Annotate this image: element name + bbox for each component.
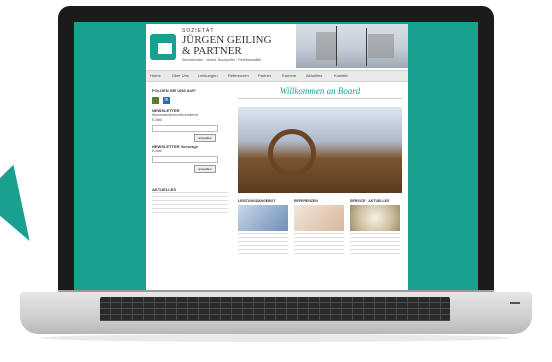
sail <box>368 34 394 58</box>
laptop-shadow <box>40 334 510 342</box>
decorative-accent-shape <box>0 164 30 250</box>
nav-partner[interactable]: Partner <box>258 73 271 78</box>
social-heading: FOLGEN SIE UNS AUF: <box>152 88 197 93</box>
vorsorge-submit-button[interactable]: anmelden <box>194 165 216 173</box>
nav-aktuelles[interactable]: Aktuelles <box>306 73 322 78</box>
newsletter-email-input[interactable] <box>152 125 218 132</box>
column-heading: REFERENZEN <box>294 199 318 203</box>
nav-kontakt[interactable]: Kontakt <box>334 73 348 78</box>
feature-column[interactable]: SERVICE · AKTUELLES <box>350 199 400 257</box>
ship-wheel-hero-image <box>238 107 402 193</box>
news-snippets <box>152 192 228 216</box>
feature-column[interactable]: REFERENZEN <box>294 199 344 257</box>
nav-karriere[interactable]: Karriere <box>282 73 296 78</box>
mast <box>336 26 337 66</box>
compass-photo <box>350 205 400 231</box>
logo-g-icon <box>158 43 172 54</box>
sidebar: FOLGEN SIE UNS AUF: in NEWSLETTER Mandan… <box>152 86 228 216</box>
newsletter-submit-button[interactable]: anmelden <box>194 134 216 142</box>
xing-icon[interactable] <box>152 97 159 104</box>
sailing-ship-banner <box>296 24 408 68</box>
feature-columns: LEISTUNGSANGEBOT REFERENZEN SERVICE · AK… <box>238 199 402 257</box>
keyboard-rows <box>100 297 450 321</box>
nav-referenzen[interactable]: Referenzen <box>228 73 249 78</box>
laptop-screen: SOZIETÄT JÜRGEN GEILING & PARTNER Steuer… <box>74 22 478 294</box>
site-header: SOZIETÄT JÜRGEN GEILING & PARTNER Steuer… <box>146 24 408 68</box>
power-indicator <box>510 302 520 304</box>
nav-home[interactable]: Home <box>150 73 161 78</box>
main-navigation: Home Über Uns Leistungen Referenzen Part… <box>146 70 408 82</box>
welcome-heading: Willkommen an Board <box>238 86 402 99</box>
keyboard-photo <box>238 205 288 231</box>
firm-tagline: Steuerberater · vereid. Buchprüfer · Rec… <box>182 58 262 62</box>
nav-leistungen[interactable]: Leistungen <box>198 73 218 78</box>
ship-wheel-icon <box>268 129 316 177</box>
nav-ueber-uns[interactable]: Über Uns <box>172 73 189 78</box>
social-links: in <box>152 97 228 104</box>
site-logo[interactable] <box>150 34 176 60</box>
linkedin-icon[interactable]: in <box>163 97 170 104</box>
sail <box>316 32 336 60</box>
email-label: E-Mail <box>152 118 162 122</box>
people-photo <box>294 205 344 231</box>
column-heading: SERVICE · AKTUELLES <box>350 199 390 203</box>
email-label: E-Mail <box>152 149 162 153</box>
column-text <box>294 233 344 257</box>
column-text <box>350 233 400 257</box>
mast <box>366 28 367 66</box>
main-content: Willkommen an Board LEISTUNGSANGEBOT REF… <box>238 86 402 257</box>
vorsorge-email-input[interactable] <box>152 156 218 163</box>
firm-name-line2: & PARTNER <box>182 45 242 57</box>
column-text <box>238 233 288 257</box>
website-page: SOZIETÄT JÜRGEN GEILING & PARTNER Steuer… <box>146 24 408 294</box>
column-heading: LEISTUNGSANGEBOT <box>238 199 276 203</box>
feature-column[interactable]: LEISTUNGSANGEBOT <box>238 199 288 257</box>
